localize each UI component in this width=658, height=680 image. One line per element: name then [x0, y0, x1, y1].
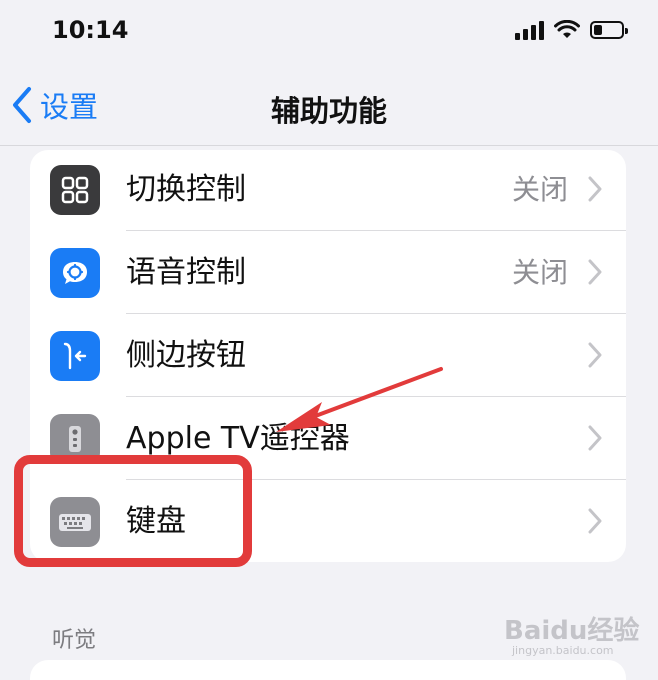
- battery-icon: [590, 21, 628, 39]
- apple-tv-remote-icon: [69, 426, 81, 452]
- row-side-button[interactable]: 侧边按钮: [30, 314, 626, 397]
- side-button-icon: [63, 342, 87, 370]
- row-icon-bg: [50, 165, 100, 215]
- row-label: 侧边按钮: [126, 338, 246, 373]
- voice-control-icon: [63, 262, 87, 284]
- page-title: 辅助功能: [270, 94, 387, 128]
- row-label: 语音控制: [126, 255, 246, 290]
- status-time: 10:14: [52, 16, 129, 44]
- status-bar: 10:14: [0, 0, 658, 64]
- watermark: Baidu经验 jingyan.baidu.com: [504, 600, 639, 657]
- section-header-hearing: 听觉: [52, 628, 97, 653]
- nav-divider: [0, 145, 658, 146]
- chevron-right-icon: [588, 425, 602, 451]
- row-switch-control[interactable]: 切换控制 关闭: [30, 150, 626, 231]
- row-voice-control[interactable]: 语音控制 关闭: [30, 231, 626, 314]
- wifi-icon: [554, 20, 580, 38]
- cellular-signal-icon: [515, 20, 544, 40]
- chevron-right-icon: [588, 508, 602, 534]
- highlight-box-annotation: [14, 455, 252, 567]
- row-label: 切换控制: [126, 172, 246, 207]
- navigation-bar: 设置 辅助功能: [0, 64, 658, 148]
- row-value: 关闭: [511, 173, 568, 206]
- watermark-text: Baidu经验: [504, 616, 640, 646]
- chevron-right-icon: [588, 259, 602, 285]
- switch-control-icon: [61, 176, 89, 204]
- row-icon-bg: [50, 248, 100, 298]
- row-value: 关闭: [511, 256, 568, 289]
- chevron-right-icon: [588, 342, 602, 368]
- next-group-top: [30, 660, 626, 680]
- battery-level: [594, 25, 602, 35]
- row-icon-bg: [50, 331, 100, 381]
- watermark-subtext: jingyan.baidu.com: [512, 644, 614, 657]
- chevron-right-icon: [588, 176, 602, 202]
